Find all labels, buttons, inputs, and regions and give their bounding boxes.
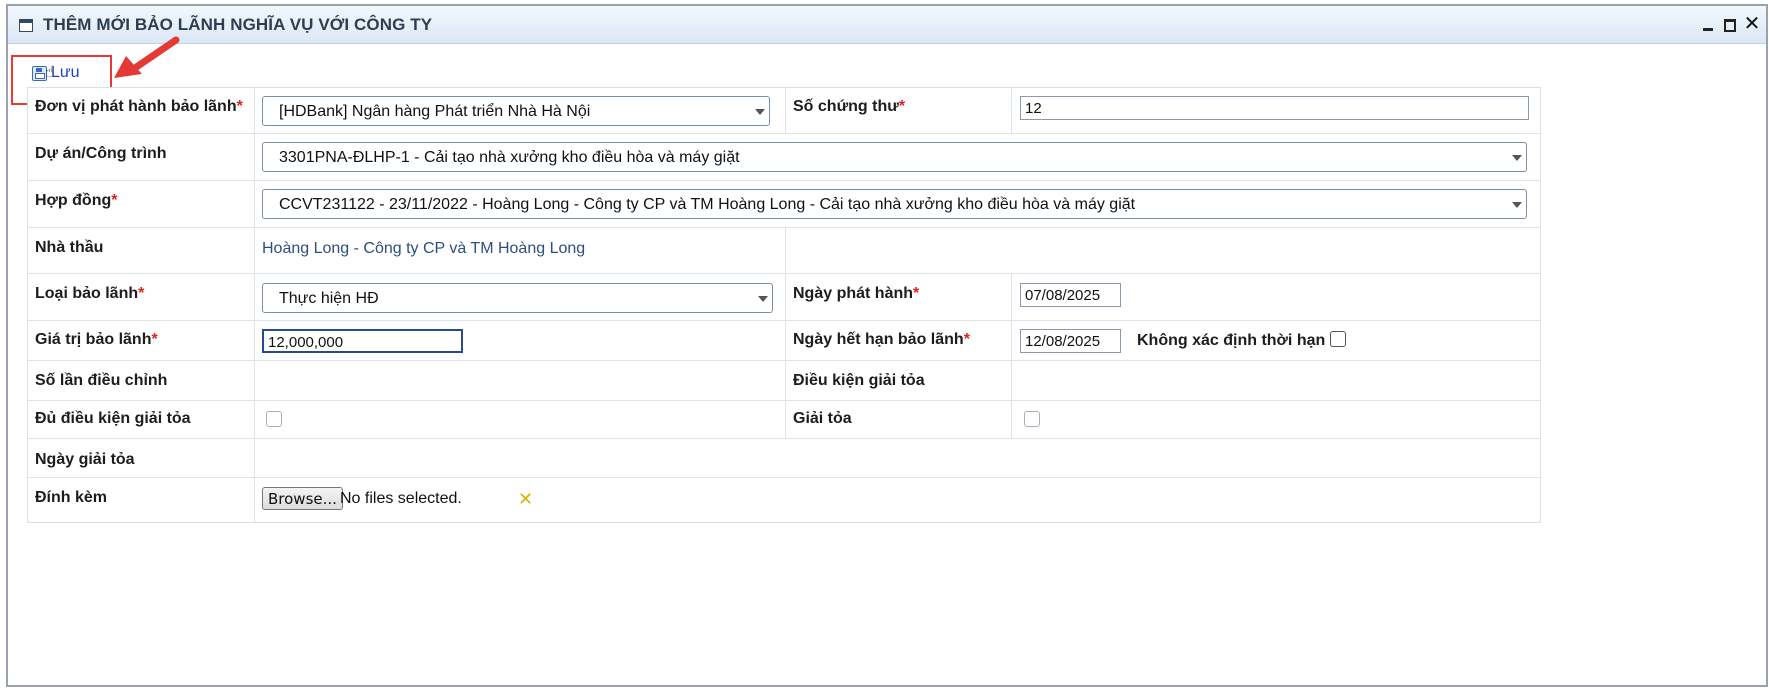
form-row-contract: Hợp đồng* CCVT231122 - 23/11/2022 - Hoàn… <box>28 181 1540 228</box>
issuer-label: Đơn vị phát hành bảo lãnh* <box>35 98 243 115</box>
certificate-no-label: Số chứng thư* <box>793 98 906 115</box>
dialog-title: THÊM MỚI BẢO LÃNH NGHĨA VỤ VỚI CÔNG TY <box>43 15 433 34</box>
column-divider <box>1011 88 1012 133</box>
contractor-label: Nhà thầu <box>35 239 104 256</box>
form-row-adjust-count: Số lần điều chỉnh Điều kiện giải tỏa <box>28 361 1540 401</box>
chevron-down-icon <box>755 109 765 115</box>
guarantee-type-label: Loại bảo lãnh* <box>35 285 145 302</box>
released-label: Giải tỏa <box>793 410 852 427</box>
eligible-release-checkbox[interactable] <box>266 411 282 427</box>
expiry-date-label: Ngày hết hạn bảo lãnh* <box>793 331 970 348</box>
guarantee-type-select[interactable]: Thực hiện HĐ <box>262 283 773 313</box>
file-status: No files selected. <box>340 490 462 507</box>
expiry-date-input[interactable]: 12/08/2025 <box>1020 329 1121 353</box>
column-divider <box>785 361 786 400</box>
form-row-issuer: Đơn vị phát hành bảo lãnh* [HDBank] Ngân… <box>28 88 1540 134</box>
form-row-eligible-release: Đủ điều kiện giải tỏa Giải tỏa <box>28 401 1540 439</box>
form-row-release-date: Ngày giải tỏa <box>28 439 1540 478</box>
guarantee-value-label: Giá trị bảo lãnh* <box>35 331 158 348</box>
column-divider <box>1011 401 1012 438</box>
adjust-count-label: Số lần điều chỉnh <box>35 372 168 389</box>
guarantee-form: Đơn vị phát hành bảo lãnh* [HDBank] Ngân… <box>27 87 1541 523</box>
clear-attachment-icon[interactable]: ✕ <box>518 489 533 510</box>
maximize-icon[interactable] <box>1721 14 1739 34</box>
column-divider <box>785 88 786 133</box>
minimize-icon[interactable] <box>1700 14 1718 34</box>
attachment-label: Đính kèm <box>35 489 108 506</box>
guarantee-value-input[interactable]: 12,000,000 <box>262 329 463 353</box>
project-label: Dự án/Công trình <box>35 145 167 162</box>
chevron-down-icon <box>1512 202 1522 208</box>
column-divider <box>785 274 786 320</box>
indefinite-checkbox[interactable] <box>1330 331 1346 347</box>
contract-select[interactable]: CCVT231122 - 23/11/2022 - Hoàng Long - C… <box>262 189 1527 219</box>
release-condition-label: Điều kiện giải tỏa <box>793 372 925 389</box>
chevron-down-icon <box>758 296 768 302</box>
released-checkbox[interactable] <box>1024 411 1040 427</box>
browse-button[interactable]: Browse... <box>262 487 343 510</box>
form-row-attachment: Đính kèm Browse... No files selected. ✕ <box>28 478 1540 524</box>
column-divider <box>1011 321 1012 360</box>
issuer-select[interactable]: [HDBank] Ngân hàng Phát triển Nhà Hà Nội <box>262 96 770 126</box>
column-divider <box>785 228 786 273</box>
form-row-guarantee-type: Loại bảo lãnh* Thực hiện HĐ Ngày phát hà… <box>28 274 1540 321</box>
column-divider <box>1011 361 1012 400</box>
project-select[interactable]: 3301PNA-ĐLHP-1 - Cải tạo nhà xưởng kho đ… <box>262 142 1527 172</box>
form-row-project: Dự án/Công trình 3301PNA-ĐLHP-1 - Cải tạ… <box>28 134 1540 181</box>
release-date-label: Ngày giải tỏa <box>35 451 135 468</box>
issue-date-label: Ngày phát hành* <box>793 285 920 302</box>
indefinite-label: Không xác định thời hạn <box>1137 332 1326 349</box>
column-divider <box>1011 274 1012 320</box>
chevron-down-icon <box>1512 155 1522 161</box>
form-row-contractor: Nhà thầu Hoàng Long - Công ty CP và TM H… <box>28 228 1540 274</box>
title-bar[interactable]: THÊM MỚI BẢO LÃNH NGHĨA VỤ VỚI CÔNG TY ✕ <box>8 6 1766 44</box>
contractor-value: Hoàng Long - Công ty CP và TM Hoàng Long <box>262 240 586 257</box>
form-row-guarantee-value: Giá trị bảo lãnh* 12,000,000 Ngày hết hạ… <box>28 321 1540 361</box>
close-icon[interactable]: ✕ <box>1743 14 1761 34</box>
certificate-no-input[interactable]: 12 <box>1020 96 1529 120</box>
red-arrow-icon <box>114 36 180 78</box>
contract-label: Hợp đồng* <box>35 192 118 209</box>
column-divider <box>785 401 786 438</box>
eligible-release-label: Đủ điều kiện giải tỏa <box>35 410 191 427</box>
issue-date-input[interactable]: 07/08/2025 <box>1020 283 1121 307</box>
column-divider <box>785 321 786 360</box>
window-icon <box>19 19 33 32</box>
